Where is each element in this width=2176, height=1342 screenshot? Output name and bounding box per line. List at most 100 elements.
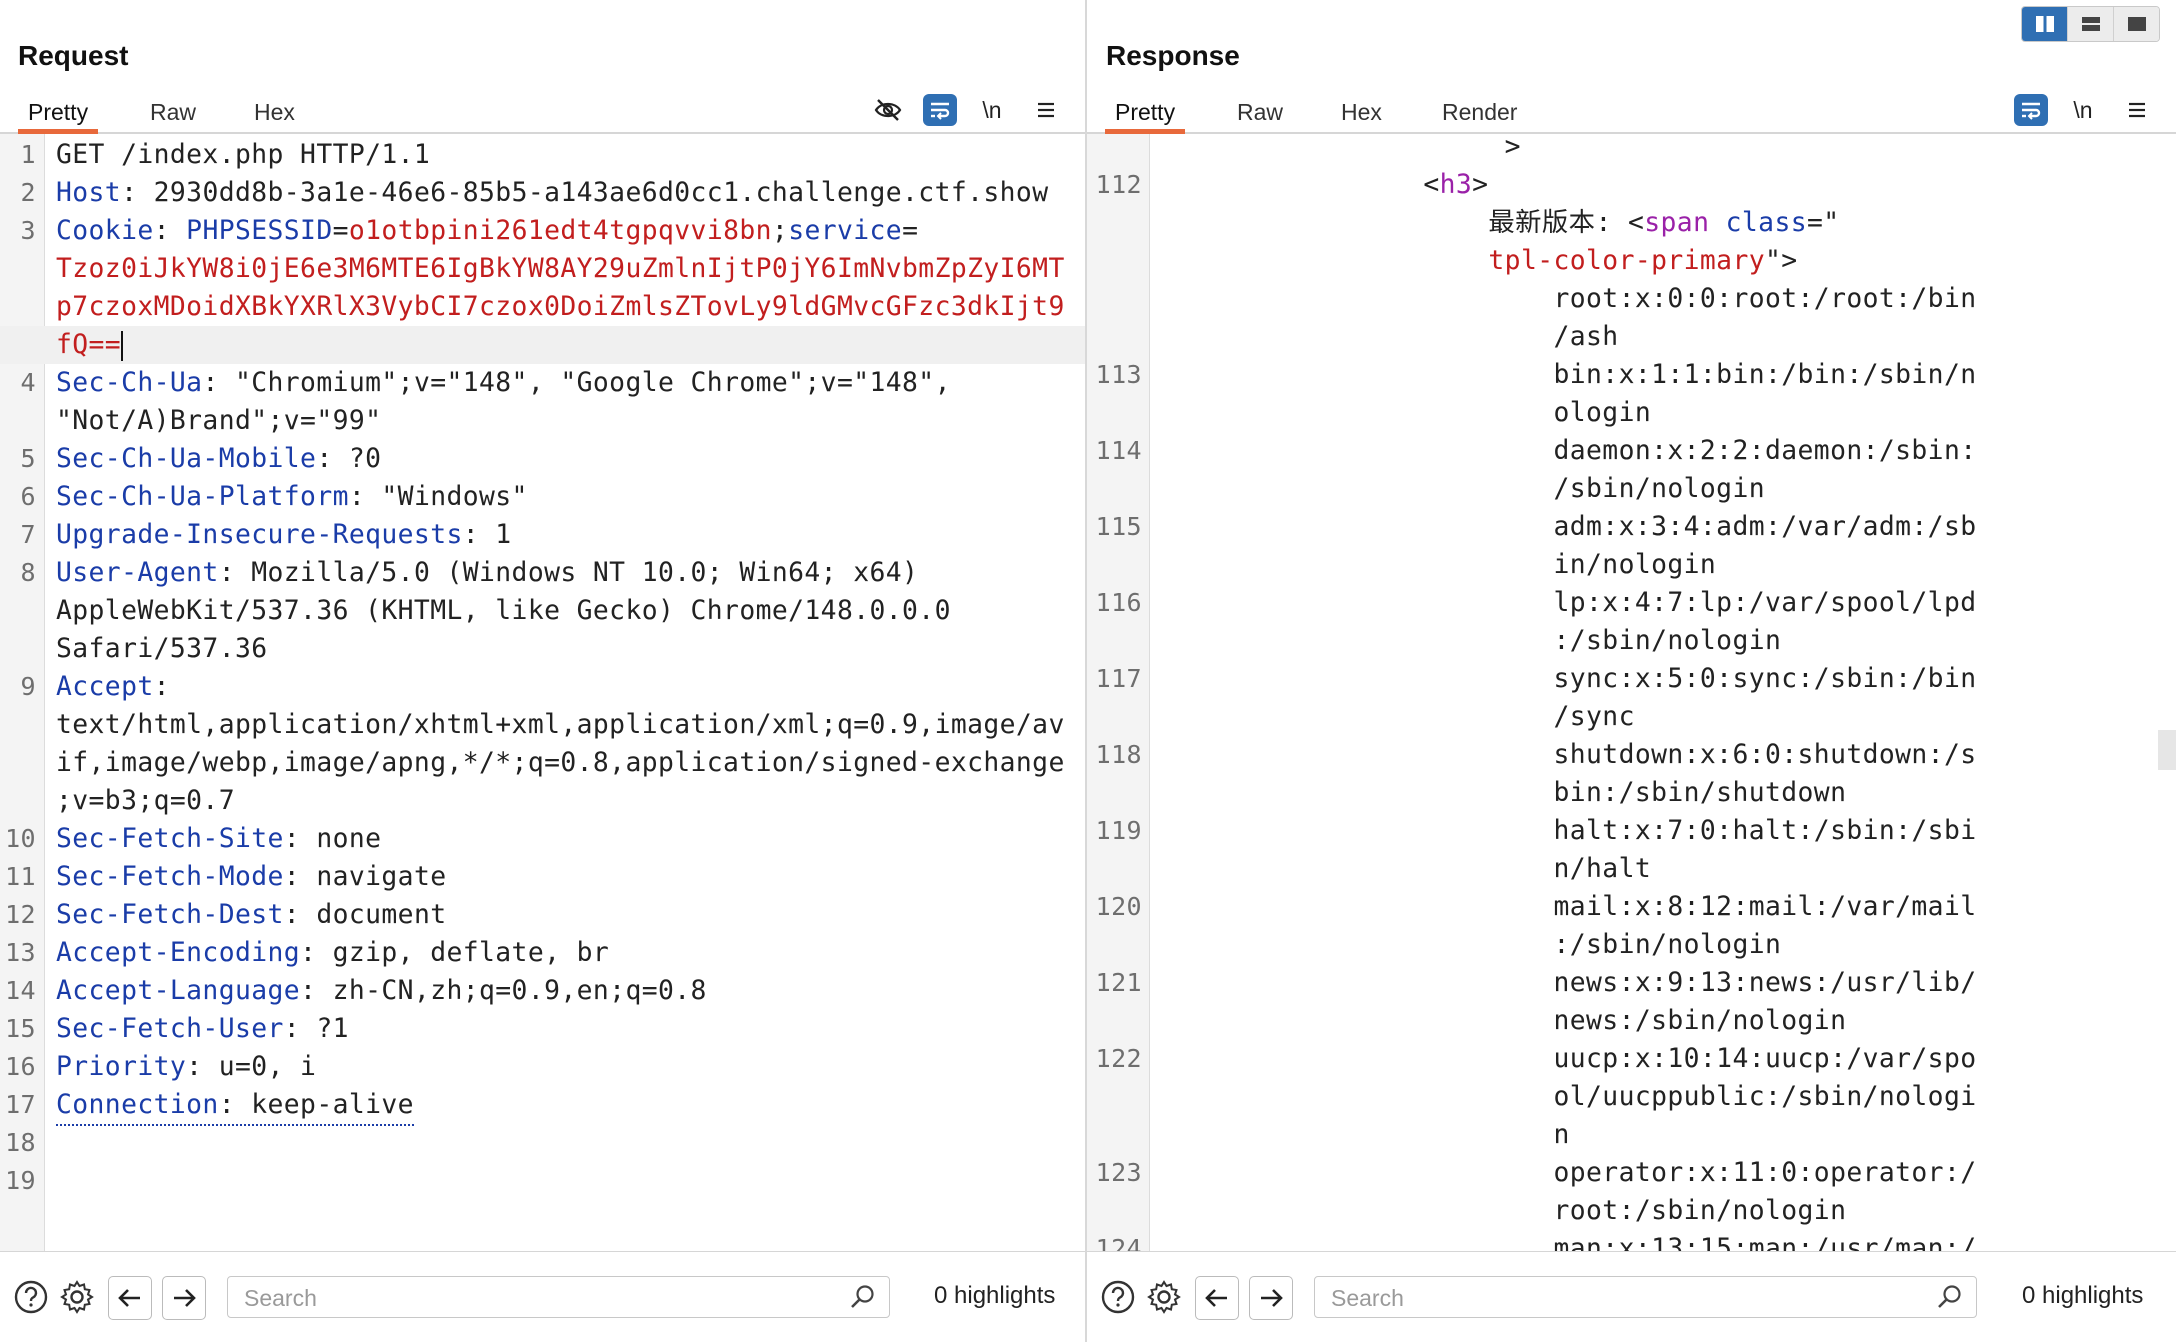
code-token: : Mozilla/5.0 (Windows NT 10.0; Win64; x… bbox=[218, 558, 919, 588]
request-settings-button[interactable] bbox=[56, 1276, 98, 1318]
request-tab-hex[interactable]: Hex bbox=[244, 94, 305, 130]
response-help-button[interactable] bbox=[1097, 1276, 1139, 1318]
code-token: : zh-CN,zh;q=0.9,en;q=0.8 bbox=[300, 976, 707, 1006]
code-line[interactable]: 4 Sec-Ch-Ua: "Chromium";v="148", "Google … bbox=[0, 364, 1085, 402]
response-back-button[interactable] bbox=[1195, 1276, 1239, 1320]
code-line[interactable]: 5 Sec-Ch-Ua-Mobile: ?0 bbox=[0, 440, 1085, 478]
code-line[interactable]: 2 Host: 2930dd8b-3a1e-46e6-85b5-a143ae6d0… bbox=[0, 174, 1085, 212]
code-line[interactable]: ;v=b3;q=0.7 bbox=[0, 782, 1085, 820]
code-line[interactable]: bin:/sbin/shutdown bbox=[1087, 774, 2176, 812]
request-tab-raw[interactable]: Raw bbox=[140, 94, 206, 130]
line-text: /ash bbox=[1163, 318, 1619, 356]
line-text: bin:/sbin/shutdown bbox=[1163, 774, 1846, 812]
code-line[interactable]: 8 User-Agent: Mozilla/5.0 (Windows NT 10.… bbox=[0, 554, 1085, 592]
code-line[interactable]: 7 Upgrade-Insecure-Requests: 1 bbox=[0, 516, 1085, 554]
code-line[interactable]: 117 sync:x:5:0:sync:/sbin:/bin bbox=[1087, 660, 2176, 698]
request-help-button[interactable] bbox=[10, 1276, 52, 1318]
code-line[interactable]: /ash bbox=[1087, 318, 2176, 356]
response-menu-button[interactable] bbox=[2118, 92, 2156, 128]
code-line[interactable]: n/halt bbox=[1087, 850, 2176, 888]
line-number: 4 bbox=[20, 368, 36, 397]
code-line[interactable]: 115 adm:x:3:4:adm:/var/adm:/sb bbox=[1087, 508, 2176, 546]
code-line[interactable]: 12 Sec-Fetch-Dest: document bbox=[0, 896, 1085, 934]
code-line[interactable]: p7czoxMDoidXBkYXRlX3VybCI7czox0DoiZmlsZT… bbox=[0, 288, 1085, 326]
code-line[interactable]: news:/sbin/nologin bbox=[1087, 1002, 2176, 1040]
code-line[interactable]: 15 Sec-Fetch-User: ?1 bbox=[0, 1010, 1085, 1048]
code-line[interactable]: 13 Accept-Encoding: gzip, deflate, br bbox=[0, 934, 1085, 972]
code-line[interactable]: 124 man:x:13:15:man:/usr/man:/ bbox=[1087, 1230, 2176, 1252]
response-newline-toggle-button[interactable]: \n bbox=[2064, 92, 2102, 128]
code-line[interactable]: if,image/webp,image/apng,*/*;q=0.8,appli… bbox=[0, 744, 1085, 782]
response-tab-hex[interactable]: Hex bbox=[1331, 94, 1392, 130]
code-line[interactable]: 19 bbox=[0, 1162, 1085, 1200]
code-line[interactable]: "Not/A)Brand";v="99" bbox=[0, 402, 1085, 440]
code-line[interactable]: 118 shutdown:x:6:0:shutdown:/s bbox=[1087, 736, 2176, 774]
response-settings-button[interactable] bbox=[1143, 1276, 1185, 1318]
code-line[interactable]: 120 mail:x:8:12:mail:/var/mail bbox=[1087, 888, 2176, 926]
code-line[interactable]: 114 daemon:x:2:2:daemon:/sbin: bbox=[1087, 432, 2176, 470]
code-line[interactable]: 9 Accept: bbox=[0, 668, 1085, 706]
wrap-lines-button[interactable] bbox=[923, 94, 957, 126]
code-token: Sec-Ch-Ua-Mobile bbox=[56, 444, 317, 474]
code-line[interactable]: text/html,application/xhtml+xml,applicat… bbox=[0, 706, 1085, 744]
code-line[interactable]: Tzoz0iJkYW8i0jE6e3M6MTE6IgBkYW8AY29uZmln… bbox=[0, 250, 1085, 288]
code-token: root:/sbin/nologin bbox=[1553, 1196, 1847, 1226]
request-tab-pretty[interactable]: Pretty bbox=[18, 94, 99, 134]
newline-toggle-button[interactable]: \n bbox=[973, 92, 1011, 128]
code-line[interactable]: tpl-color-primary"> bbox=[1087, 242, 2176, 280]
code-line[interactable]: 122 uucp:x:10:14:uucp:/var/spo bbox=[1087, 1040, 2176, 1078]
request-editor[interactable]: 1 GET /index.php HTTP/1.1 2 Host: 2930dd8b-… bbox=[0, 134, 1085, 1252]
code-line[interactable]: :/sbin/nologin bbox=[1087, 622, 2176, 660]
response-editor[interactable]: >112 <h3> 最新版本: <span class=" tpl-color-… bbox=[1087, 134, 2176, 1252]
code-line[interactable]: 17 Connection: keep-alive bbox=[0, 1086, 1085, 1126]
response-tab-render[interactable]: Render bbox=[1432, 94, 1527, 130]
request-search-input[interactable] bbox=[242, 1283, 775, 1313]
code-line[interactable]: 18 bbox=[0, 1124, 1085, 1162]
request-forward-button[interactable] bbox=[162, 1276, 206, 1320]
code-line[interactable]: 119 halt:x:7:0:halt:/sbin:/sbi bbox=[1087, 812, 2176, 850]
response-forward-button[interactable] bbox=[1249, 1276, 1293, 1320]
code-line[interactable]: :/sbin/nologin bbox=[1087, 926, 2176, 964]
code-token: Sec-Fetch-User bbox=[56, 1014, 284, 1044]
code-line[interactable]: ologin bbox=[1087, 394, 2176, 432]
code-line[interactable]: Safari/537.36 bbox=[0, 630, 1085, 668]
code-line[interactable]: root:x:0:0:root:/root:/bin bbox=[1087, 280, 2176, 318]
response-search-input[interactable] bbox=[1329, 1283, 1862, 1313]
code-line[interactable]: 121 news:x:9:13:news:/usr/lib/ bbox=[1087, 964, 2176, 1002]
code-line[interactable]: fQ== bbox=[0, 326, 1085, 364]
response-scrollbar-thumb[interactable] bbox=[2158, 730, 2176, 770]
code-line[interactable]: 116 lp:x:4:7:lp:/var/spool/lpd bbox=[1087, 584, 2176, 622]
code-line[interactable]: 113 bin:x:1:1:bin:/bin:/sbin/n bbox=[1087, 356, 2176, 394]
request-menu-button[interactable] bbox=[1027, 92, 1065, 128]
code-line[interactable]: 123 operator:x:11:0:operator:/ bbox=[1087, 1154, 2176, 1192]
code-line[interactable]: AppleWebKit/537.36 (KHTML, like Gecko) C… bbox=[0, 592, 1085, 630]
code-line[interactable]: /sbin/nologin bbox=[1087, 470, 2176, 508]
code-line[interactable]: 112 <h3> bbox=[1087, 166, 2176, 204]
code-line[interactable]: 16 Priority: u=0, i bbox=[0, 1048, 1085, 1086]
response-tab-pretty[interactable]: Pretty bbox=[1105, 94, 1186, 134]
search-icon[interactable] bbox=[1936, 1283, 1964, 1311]
code-token: PHPSESSID bbox=[186, 216, 333, 246]
line-number: 17 bbox=[5, 1090, 36, 1119]
code-line[interactable]: 11 Sec-Fetch-Mode: navigate bbox=[0, 858, 1085, 896]
code-line[interactable]: 3 Cookie: PHPSESSID=o1otbpini261edt4tgpqv… bbox=[0, 212, 1085, 250]
code-line[interactable]: ol/uucppublic:/sbin/nologi bbox=[1087, 1078, 2176, 1116]
response-tab-raw[interactable]: Raw bbox=[1227, 94, 1293, 130]
code-line[interactable]: /sync bbox=[1087, 698, 2176, 736]
code-token: > bbox=[1504, 134, 1521, 162]
search-icon[interactable] bbox=[849, 1283, 877, 1311]
code-line[interactable]: 最新版本: <span class=" bbox=[1087, 204, 2176, 242]
request-back-button[interactable] bbox=[108, 1276, 152, 1320]
code-line[interactable]: 14 Accept-Language: zh-CN,zh;q=0.9,en;q=0… bbox=[0, 972, 1085, 1010]
code-line[interactable]: n bbox=[1087, 1116, 2176, 1154]
code-line[interactable]: 1 GET /index.php HTTP/1.1 bbox=[0, 136, 1085, 174]
code-line[interactable]: > bbox=[1087, 134, 2176, 166]
code-line[interactable]: root:/sbin/nologin bbox=[1087, 1192, 2176, 1230]
code-line[interactable]: in/nologin bbox=[1087, 546, 2176, 584]
code-line[interactable]: 6 Sec-Ch-Ua-Platform: "Windows" bbox=[0, 478, 1085, 516]
code-line[interactable]: 10 Sec-Fetch-Site: none bbox=[0, 820, 1085, 858]
hide-nonprintable-button[interactable] bbox=[869, 92, 907, 128]
response-wrap-lines-button[interactable] bbox=[2014, 94, 2048, 126]
line-text: adm:x:3:4:adm:/var/adm:/sb bbox=[1163, 508, 1977, 546]
